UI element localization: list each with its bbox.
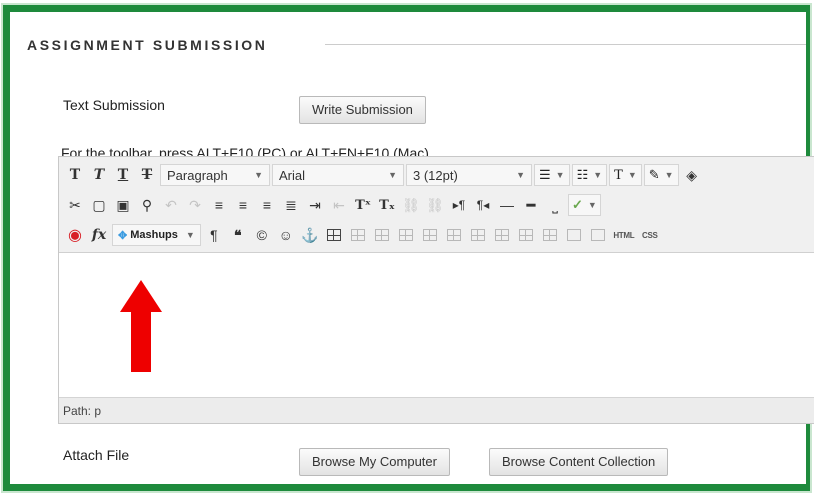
toolbar-row-1: T T T T Paragraph ▼ Arial ▼ 3 (12pt) ▼ ☰ ▼ ☷… xyxy=(64,160,814,190)
spellcheck-button[interactable]: ✓ ▼ xyxy=(568,194,601,216)
emoticon-icon[interactable]: ☺ xyxy=(275,224,297,246)
delete-row-icon[interactable] xyxy=(467,224,489,246)
chevron-down-icon: ▼ xyxy=(516,170,525,180)
section-divider xyxy=(325,44,806,45)
red-arrow-annotation xyxy=(120,280,162,372)
insert-column-after-icon[interactable] xyxy=(515,224,537,246)
text-color-icon: T xyxy=(614,167,623,183)
insert-row-before-icon[interactable] xyxy=(419,224,441,246)
insert-row-after-icon[interactable] xyxy=(443,224,465,246)
mashups-label: Mashups xyxy=(130,229,178,241)
indent-icon[interactable]: ⇥ xyxy=(304,194,326,216)
font-select[interactable]: Arial ▼ xyxy=(272,164,404,186)
chevron-down-icon: ▼ xyxy=(587,200,597,210)
chevron-down-icon: ▼ xyxy=(388,170,397,180)
arrow-shaft xyxy=(131,311,151,372)
horizontal-rule-icon[interactable]: — xyxy=(496,194,518,216)
editor-path-bar: Path: p xyxy=(59,397,814,423)
numbered-list-icon: ☷ xyxy=(576,167,589,182)
split-cells-icon[interactable] xyxy=(563,224,585,246)
css-label: CSS xyxy=(642,230,658,240)
unlink-icon[interactable]: ⛓ xyxy=(424,194,446,216)
css-button[interactable]: CSS xyxy=(639,224,661,246)
pilcrow-icon[interactable]: ¶ xyxy=(203,224,225,246)
blockquote-icon[interactable]: ❝ xyxy=(227,224,249,246)
numbered-list-button[interactable]: ☷ ▼ xyxy=(571,164,608,186)
table-properties-icon[interactable] xyxy=(347,224,369,246)
cell-properties-icon[interactable] xyxy=(395,224,417,246)
math-formula-icon[interactable]: fx xyxy=(88,224,110,246)
redo-icon[interactable]: ↷ xyxy=(184,194,206,216)
write-submission-button[interactable]: Write Submission xyxy=(299,96,426,124)
text-submission-label: Text Submission xyxy=(63,97,165,113)
section-title: ASSIGNMENT SUBMISSION xyxy=(27,37,280,53)
insert-column-before-icon[interactable] xyxy=(491,224,513,246)
text-color-button[interactable]: T ▼ xyxy=(609,164,642,186)
subscript-icon[interactable]: Tₓ xyxy=(376,194,398,216)
bullet-list-icon: ☰ xyxy=(539,167,551,182)
align-center-icon[interactable]: ≡ xyxy=(232,194,254,216)
merge-cells-icon[interactable] xyxy=(587,224,609,246)
youtube-icon[interactable]: ◉ xyxy=(64,224,86,246)
chevron-down-icon: ▼ xyxy=(185,230,195,240)
find-icon[interactable]: ⚲ xyxy=(136,194,158,216)
italic-icon[interactable]: T xyxy=(88,164,110,186)
attach-file-label: Attach File xyxy=(63,447,130,463)
font-select-value: Arial xyxy=(279,167,306,183)
toolbar-row-2: ✂ ▢ ▣ ⚲ ↶ ↷ ≡ ≡ ≡ ≣ ⇥ ⇤ Tˣ Tₓ ⛓ ⛓ ▸¶ ¶◂ … xyxy=(64,190,814,220)
nonbreaking-space-icon[interactable]: ⎵ xyxy=(544,194,566,216)
anchor-icon[interactable]: ⚓ xyxy=(299,224,321,246)
spellcheck-icon: ✓ xyxy=(572,197,583,212)
browse-my-computer-button[interactable]: Browse My Computer xyxy=(299,448,450,476)
fx-label: fx xyxy=(91,227,107,243)
strikethrough-icon[interactable]: T xyxy=(136,164,158,186)
editor-content-area[interactable] xyxy=(59,253,814,378)
rtl-icon[interactable]: ¶◂ xyxy=(472,194,494,216)
html-label: HTML xyxy=(613,230,635,240)
size-select-value: 3 (12pt) xyxy=(413,167,458,183)
thick-rule-icon[interactable]: ━ xyxy=(520,194,542,216)
chevron-down-icon: ▼ xyxy=(627,170,637,180)
align-left-icon[interactable]: ≡ xyxy=(208,194,230,216)
eraser-icon[interactable]: ◈ xyxy=(681,164,703,186)
chevron-down-icon: ▼ xyxy=(254,170,263,180)
mashups-button[interactable]: ✥ Mashups ▼ xyxy=(112,224,201,246)
undo-icon[interactable]: ↶ xyxy=(160,194,182,216)
chevron-down-icon: ▼ xyxy=(555,170,565,180)
underline-icon[interactable]: T xyxy=(112,164,134,186)
copy-icon[interactable]: ▢ xyxy=(88,194,110,216)
link-icon[interactable]: ⛓ xyxy=(400,194,422,216)
arrow-head xyxy=(120,280,162,312)
outdent-icon[interactable]: ⇤ xyxy=(328,194,350,216)
chevron-down-icon: ▼ xyxy=(593,170,603,180)
format-select[interactable]: Paragraph ▼ xyxy=(160,164,270,186)
html-source-button[interactable]: HTML xyxy=(611,224,637,246)
bullet-list-button[interactable]: ☰ ▼ xyxy=(534,164,570,186)
path-label: Path: p xyxy=(63,404,102,418)
row-properties-icon[interactable] xyxy=(371,224,393,246)
format-select-value: Paragraph xyxy=(167,167,228,183)
superscript-icon[interactable]: Tˣ xyxy=(352,194,374,216)
size-select[interactable]: 3 (12pt) ▼ xyxy=(406,164,532,186)
delete-column-icon[interactable] xyxy=(539,224,561,246)
align-justify-icon[interactable]: ≣ xyxy=(280,194,302,216)
highlighter-icon: ✎ xyxy=(648,167,660,182)
align-right-icon[interactable]: ≡ xyxy=(256,194,278,216)
bold-icon[interactable]: T xyxy=(64,164,86,186)
chevron-down-icon: ▼ xyxy=(664,170,674,180)
cut-icon[interactable]: ✂ xyxy=(64,194,86,216)
toolbar-row-3: ◉ fx ✥ Mashups ▼ ¶ ❝ © ☺ ⚓ HTML CSS xyxy=(64,220,814,250)
mashups-icon: ✥ xyxy=(118,229,128,242)
ltr-icon[interactable]: ▸¶ xyxy=(448,194,470,216)
highlight-button[interactable]: ✎ ▼ xyxy=(643,164,679,186)
rich-text-editor: T T T T Paragraph ▼ Arial ▼ 3 (12pt) ▼ ☰ ▼ ☷… xyxy=(58,156,814,424)
browse-content-collection-button[interactable]: Browse Content Collection xyxy=(489,448,669,476)
insert-table-icon[interactable] xyxy=(323,224,345,246)
paste-icon[interactable]: ▣ xyxy=(112,194,134,216)
copyright-icon[interactable]: © xyxy=(251,224,273,246)
editor-toolbar: T T T T Paragraph ▼ Arial ▼ 3 (12pt) ▼ ☰ ▼ ☷… xyxy=(59,157,814,253)
